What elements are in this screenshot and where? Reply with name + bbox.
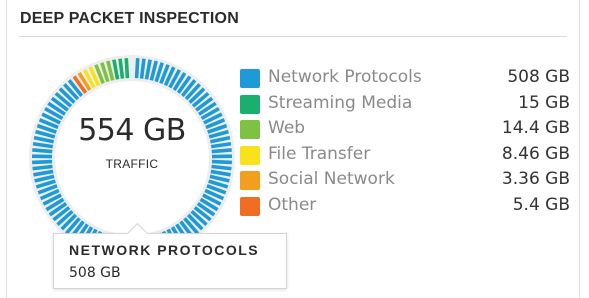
hover-tooltip: NETWORK PROTOCOLS 508 GB xyxy=(53,222,287,289)
legend-label: Network Protocols xyxy=(268,67,422,87)
legend-label: Web xyxy=(268,118,306,138)
total-traffic-label: TRAFFIC xyxy=(105,157,159,171)
legend-item-network-protocols[interactable]: Network Protocols 508 GB xyxy=(234,66,570,92)
legend-item-other[interactable]: Other 5.4 GB xyxy=(234,194,570,220)
legend-item-file-transfer[interactable]: File Transfer 8.46 GB xyxy=(234,143,570,169)
legend-label: File Transfer xyxy=(268,143,371,164)
panel-title: DEEP PACKET INSPECTION xyxy=(20,10,239,27)
legend-value: 3.36 GB xyxy=(501,169,570,189)
title-divider xyxy=(19,36,567,37)
color-swatch xyxy=(240,145,260,165)
legend-value: 8.46 GB xyxy=(501,143,570,164)
donut-segment-network-protocols[interactable] xyxy=(134,58,140,79)
donut-segment-network-protocols[interactable] xyxy=(32,148,53,154)
legend: Network Protocols 508 GB Streaming Media… xyxy=(234,66,570,219)
legend-item-streaming-media[interactable]: Streaming Media 15 GB xyxy=(234,92,570,118)
tooltip-title: NETWORK PROTOCOLS xyxy=(69,242,260,258)
legend-label: Other xyxy=(268,194,317,215)
color-swatch xyxy=(240,120,260,139)
legend-item-social-network[interactable]: Social Network 3.36 GB xyxy=(234,168,570,194)
color-swatch xyxy=(240,196,260,216)
donut-segment-network-protocols[interactable] xyxy=(211,148,232,154)
tooltip-value: 508 GB xyxy=(69,265,121,281)
color-swatch xyxy=(240,171,260,190)
legend-value: 5.4 GB xyxy=(512,194,570,215)
legend-label: Streaming Media xyxy=(268,92,413,113)
legend-value: 508 GB xyxy=(507,67,570,87)
color-swatch xyxy=(240,69,260,88)
legend-label: Social Network xyxy=(268,169,395,189)
donut-segment-network-protocols[interactable] xyxy=(139,58,146,79)
total-traffic-value: 554 GB xyxy=(78,113,186,148)
legend-value: 15 GB xyxy=(518,92,570,113)
donut-segment-streaming-media[interactable] xyxy=(124,58,130,79)
legend-item-web[interactable]: Web 14.4 GB xyxy=(234,117,570,143)
color-swatch xyxy=(240,94,260,114)
donut-segment-streaming-media[interactable] xyxy=(118,58,125,79)
legend-value: 14.4 GB xyxy=(501,118,570,138)
